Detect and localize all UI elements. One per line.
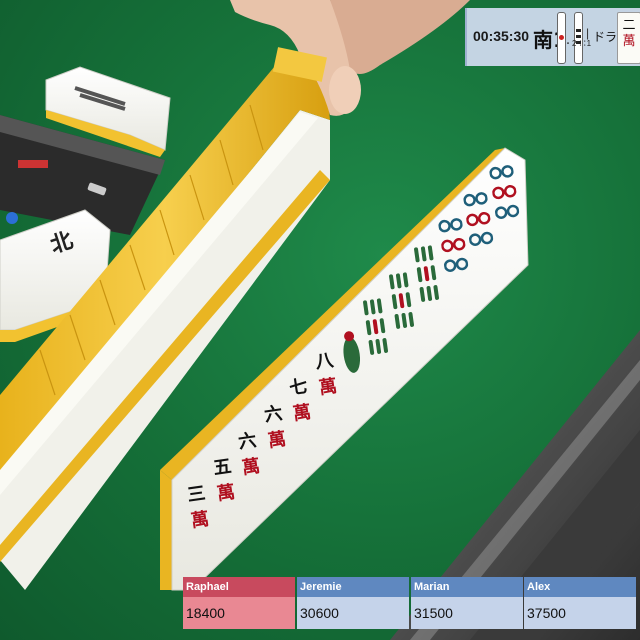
player-name: Raphael — [183, 577, 295, 597]
tile-number: 五 — [211, 456, 233, 480]
tile-suit: 萬 — [291, 402, 313, 426]
game-stage: 三萬五萬六萬六萬七萬八萬 00:35:30 南1 ・2 ∷1 | ドラ 二 萬 … — [0, 0, 640, 640]
player-name: Marian — [411, 577, 523, 597]
player-name: Alex — [524, 577, 636, 597]
tile-suit: 萬 — [266, 428, 288, 453]
dora-tile-suit: 萬 — [622, 34, 636, 49]
player-panel-alex: Alex 37500 — [524, 577, 636, 633]
player-score: 18400 — [183, 597, 295, 629]
player-score-bar: Raphael 18400 Jeremie 30600 Marian 31500… — [183, 577, 638, 633]
player-score: 30600 — [297, 597, 409, 629]
tile-suit: 萬 — [215, 482, 236, 506]
dora-label: ドラ — [593, 30, 618, 44]
mahjong-table-scene — [0, 0, 640, 640]
tile-number: 八 — [313, 349, 335, 373]
player-score: 37500 — [524, 597, 636, 629]
tile-number: 七 — [288, 376, 310, 400]
tile-number: 六 — [237, 429, 258, 453]
player-panel-raphael: Raphael 18400 — [183, 577, 295, 633]
player-score: 31500 — [411, 597, 523, 629]
player-panel-marian: Marian 31500 — [411, 577, 523, 633]
tile-number: 六 — [262, 402, 284, 427]
tile-suit: 萬 — [317, 375, 339, 399]
tile-number: 三 — [186, 482, 207, 507]
game-timer: 00:35:30 — [473, 28, 530, 44]
tile-suit: 萬 — [189, 508, 211, 533]
round-info-panel: 00:35:30 南1 ・2 ∷1 | ドラ 二 萬 — [465, 8, 640, 66]
player-panel-jeremie: Jeremie 30600 — [297, 577, 409, 633]
player-name: Jeremie — [297, 577, 409, 597]
hud-separator: | — [586, 26, 590, 40]
dora-tile-number: 二 — [622, 18, 636, 33]
tile-suit: 萬 — [240, 455, 262, 479]
dora-indicator-tile: 二 萬 — [617, 12, 640, 64]
